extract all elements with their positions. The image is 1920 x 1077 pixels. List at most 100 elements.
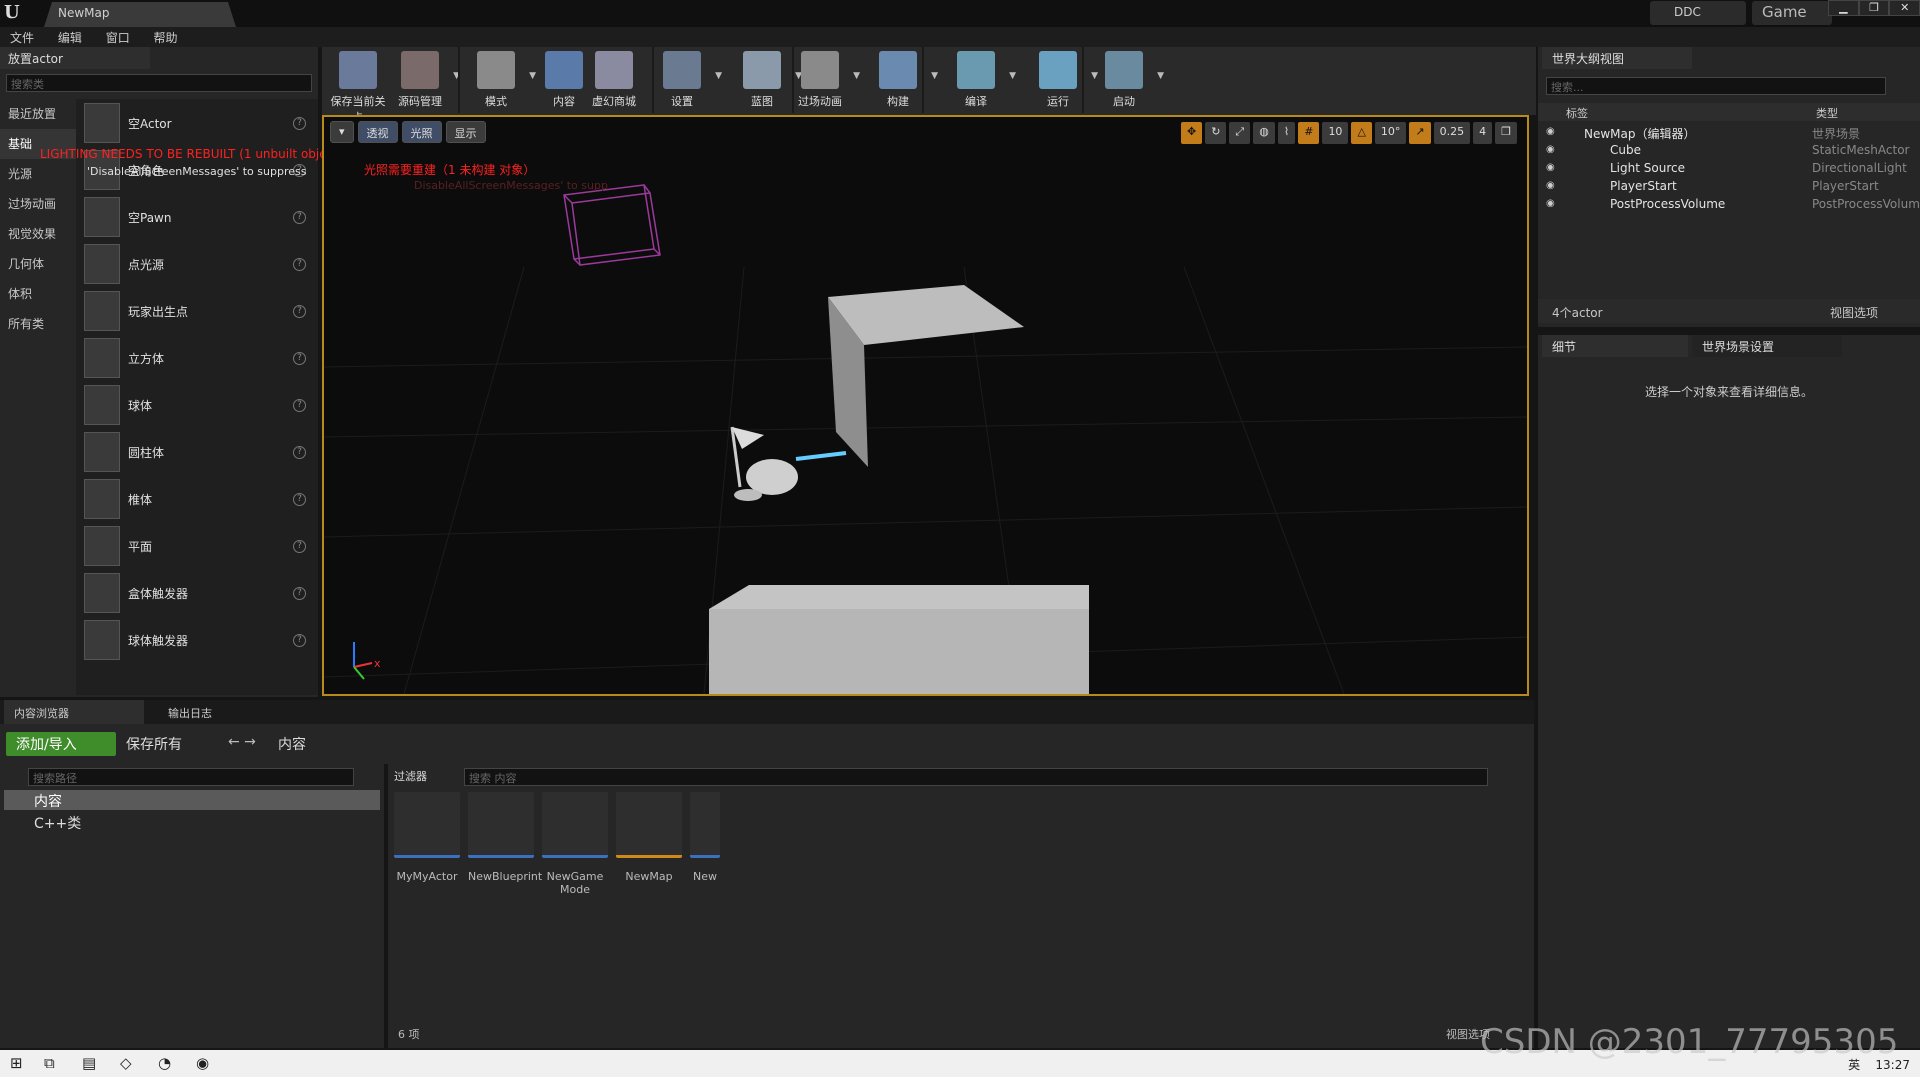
category-visual-effects[interactable]: 视觉效果 <box>0 219 76 249</box>
outliner-row[interactable]: ◉ NewMap（编辑器） 世界场景 <box>1538 123 1920 141</box>
rotation-snap-value[interactable]: 10° <box>1374 122 1407 144</box>
game-button[interactable]: Game <box>1752 1 1832 25</box>
close-icon[interactable]: ✕ <box>1889 0 1920 16</box>
task-view-icon[interactable]: ⧉ <box>44 1054 55 1072</box>
source-control-button[interactable]: 源码管理 ▼ <box>388 51 460 109</box>
column-label[interactable]: 标签 <box>1566 105 1588 121</box>
help-icon[interactable]: ? <box>293 540 306 553</box>
help-icon[interactable]: ? <box>293 211 306 224</box>
start-icon[interactable]: ⊞ <box>10 1054 23 1072</box>
settings-button[interactable]: 设置 ▼ <box>650 51 722 109</box>
file-explorer-icon[interactable]: ▤ <box>82 1054 96 1072</box>
cinematics-button[interactable]: 过场动画 ▼ <box>788 51 860 109</box>
blueprints-button[interactable]: 蓝图 ▼ <box>730 51 802 109</box>
menu-edit[interactable]: 编辑 <box>48 27 92 48</box>
asset-tile[interactable]: New <box>690 792 720 883</box>
maximize-icon[interactable]: ❐ <box>1858 0 1890 16</box>
category-recent[interactable]: 最近放置 <box>0 99 76 129</box>
filter-button[interactable]: 过滤器 <box>394 768 427 784</box>
asset-tile[interactable]: NewGame Mode <box>542 792 608 896</box>
actor-item-box-trigger[interactable]: 盒体触发器? <box>84 571 310 617</box>
ddc-button[interactable]: DDC <box>1650 1 1746 25</box>
grid-snap-value[interactable]: 10 <box>1322 122 1349 144</box>
menu-help[interactable]: 帮助 <box>144 27 188 48</box>
rotate-icon[interactable]: ↻ <box>1205 122 1227 144</box>
scale-snap-icon[interactable]: ↗ <box>1409 122 1431 144</box>
outliner-search-input[interactable]: 搜索... <box>1546 77 1886 95</box>
menu-file[interactable]: 文件 <box>0 27 44 48</box>
actor-item-empty-actor[interactable]: 空Actor? <box>84 101 310 147</box>
tab-content-browser[interactable]: 内容浏览器 <box>4 700 144 724</box>
tab-output-log[interactable]: 输出日志 <box>158 700 298 724</box>
save-current-level-button[interactable]: 保存当前关卡 <box>326 51 390 125</box>
class-search-input[interactable]: 搜索类 <box>6 74 312 92</box>
camera-speed-value[interactable]: 4 <box>1473 122 1493 144</box>
actor-item-point-light[interactable]: 点光源? <box>84 242 310 288</box>
chevron-down-icon[interactable]: ▼ <box>931 71 938 81</box>
compile-button[interactable]: 编译 ▼ <box>944 51 1016 109</box>
help-icon[interactable]: ? <box>293 446 306 459</box>
document-tab[interactable]: NewMap <box>44 2 236 27</box>
chevron-down-icon[interactable]: ▼ <box>853 71 860 81</box>
category-geometry[interactable]: 几何体 <box>0 249 76 279</box>
tree-item-cpp-classes[interactable]: C++类 <box>4 812 111 834</box>
help-icon[interactable]: ? <box>293 258 306 271</box>
path-breadcrumb[interactable]: 内容 <box>278 734 306 754</box>
launch-button[interactable]: 启动 ▼ <box>1092 51 1164 109</box>
minimize-icon[interactable]: ▁ <box>1828 0 1859 16</box>
column-type[interactable]: 类型 <box>1816 105 1838 121</box>
outliner-row[interactable]: ◉ Cube StaticMeshActor <box>1538 141 1920 159</box>
actor-item-cube[interactable]: 立方体? <box>84 336 310 382</box>
category-cinematic[interactable]: 过场动画 <box>0 189 76 219</box>
asset-tile[interactable]: NewBlueprint <box>468 792 542 883</box>
chevron-down-icon[interactable]: ▼ <box>715 71 722 81</box>
maximize-viewport-icon[interactable]: ❐ <box>1495 122 1517 144</box>
visual-studio-icon[interactable]: ◇ <box>120 1054 132 1072</box>
category-all-classes[interactable]: 所有类 <box>0 309 76 339</box>
content-search-input[interactable]: 搜索 内容 <box>464 768 1488 786</box>
help-icon[interactable]: ? <box>293 117 306 130</box>
build-button[interactable]: 构建 ▼ <box>866 51 938 109</box>
actor-item-cone[interactable]: 椎体? <box>84 477 310 523</box>
chevron-down-icon[interactable]: ▼ <box>1009 71 1016 81</box>
help-icon[interactable]: ? <box>293 587 306 600</box>
outliner-view-options[interactable]: 视图选项 <box>1830 304 1878 321</box>
perspective-button[interactable]: 透视 <box>357 121 398 143</box>
help-icon[interactable]: ? <box>293 305 306 318</box>
add-import-button[interactable]: 添加/导入 <box>6 732 116 756</box>
world-local-icon[interactable]: ◍ <box>1253 122 1275 144</box>
category-lights[interactable]: 光源 <box>0 159 76 189</box>
actor-item-plane[interactable]: 平面? <box>84 524 310 570</box>
actor-item-empty-pawn[interactable]: 空Pawn? <box>84 195 310 241</box>
outliner-row[interactable]: ◉ PlayerStart PlayerStart <box>1538 177 1920 195</box>
viewport-options-button[interactable]: ▾ <box>330 121 354 143</box>
world-outliner-tab[interactable]: 世界大纲视图 <box>1542 47 1692 69</box>
eye-icon[interactable]: ◉ <box>1546 162 1555 173</box>
menu-window[interactable]: 窗口 <box>96 27 140 48</box>
tab-world-settings[interactable]: 世界场景设置 <box>1692 335 1842 357</box>
show-button[interactable]: 显示 <box>445 121 486 143</box>
play-button[interactable]: 运行 ▼ <box>1026 51 1098 109</box>
help-icon[interactable]: ? <box>293 352 306 365</box>
tab-details[interactable]: 细节 <box>1542 335 1688 357</box>
scale-snap-value[interactable]: 0.25 <box>1433 122 1471 144</box>
actor-item-player-start[interactable]: 玩家出生点? <box>84 289 310 335</box>
category-volumes[interactable]: 体积 <box>0 279 76 309</box>
help-icon[interactable]: ? <box>293 399 306 412</box>
history-nav-arrows[interactable]: ← → <box>228 734 256 750</box>
surface-snap-icon[interactable]: ⌇ <box>1277 122 1296 144</box>
chevron-down-icon[interactable]: ▼ <box>1157 71 1164 81</box>
grid-snap-icon[interactable]: # <box>1298 122 1320 144</box>
rotation-snap-icon[interactable]: △ <box>1351 122 1372 144</box>
help-icon[interactable]: ? <box>293 493 306 506</box>
actor-item-sphere[interactable]: 球体? <box>84 383 310 429</box>
actor-item-cylinder[interactable]: 圆柱体? <box>84 430 310 476</box>
tree-item-content[interactable]: 内容 <box>4 790 380 810</box>
path-search-input[interactable]: 搜索路径 <box>28 768 354 786</box>
eye-icon[interactable]: ◉ <box>1546 144 1555 155</box>
outliner-row[interactable]: ◉ PostProcessVolume PostProcessVolum <box>1538 195 1920 213</box>
asset-tile[interactable]: NewMap <box>616 792 682 883</box>
marketplace-button[interactable]: 虚幻商城 <box>582 51 646 109</box>
asset-tile[interactable]: MyMyActor <box>394 792 460 883</box>
edge-icon[interactable]: ◔ <box>158 1054 171 1072</box>
